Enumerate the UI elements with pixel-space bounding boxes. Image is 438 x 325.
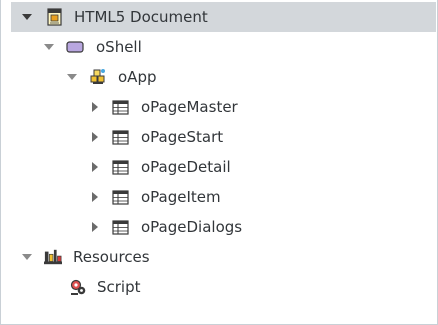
expand-toggle[interactable] xyxy=(89,191,101,203)
collapse-toggle[interactable] xyxy=(21,251,33,263)
tree-node-label: oPageDialogs xyxy=(141,218,243,236)
collapse-toggle[interactable] xyxy=(43,41,55,53)
tree-node-script[interactable]: Script xyxy=(11,272,436,302)
expand-toggle[interactable] xyxy=(89,221,101,233)
tree-node-label: HTML5 Document xyxy=(74,8,208,26)
expand-toggle[interactable] xyxy=(89,161,101,173)
resources-icon xyxy=(44,248,62,266)
expand-toggle[interactable] xyxy=(89,101,101,113)
tree-node-opagedetail[interactable]: oPageDetail xyxy=(11,152,436,182)
page-table-icon xyxy=(111,188,129,206)
page-table-icon xyxy=(111,218,129,236)
expand-toggle[interactable] xyxy=(89,131,101,143)
page-table-icon xyxy=(111,128,129,146)
tree-node-opagestart[interactable]: oPageStart xyxy=(11,122,436,152)
tree-node-oapp[interactable]: oApp xyxy=(11,62,436,92)
tree-node-label: oPageDetail xyxy=(141,158,231,176)
tree-node-html5-document[interactable]: HTML5 Document xyxy=(11,2,436,32)
tree-node-label: oShell xyxy=(96,38,142,56)
tree-node-label: Resources xyxy=(73,248,150,266)
tree-node-opagemaster[interactable]: oPageMaster xyxy=(11,92,436,122)
tree-node-label: Script xyxy=(97,278,141,296)
outline-tree: HTML5 Document oShell oApp oPageMaster o… xyxy=(0,0,438,325)
document-icon xyxy=(46,8,64,26)
tree-node-label: oPageStart xyxy=(141,128,224,146)
page-table-icon xyxy=(111,158,129,176)
shell-icon xyxy=(66,38,84,56)
tree-node-oshell[interactable]: oShell xyxy=(11,32,436,62)
page-table-icon xyxy=(111,98,129,116)
tree-node-label: oPageItem xyxy=(141,188,221,206)
script-gear-icon xyxy=(69,278,87,296)
collapse-toggle[interactable] xyxy=(21,11,33,23)
app-cubes-icon xyxy=(89,68,107,86)
collapse-toggle[interactable] xyxy=(66,71,78,83)
tree-node-label: oApp xyxy=(118,68,157,86)
tree-node-opagedialogs[interactable]: oPageDialogs xyxy=(11,212,436,242)
tree-node-resources[interactable]: Resources xyxy=(11,242,436,272)
tree-node-label: oPageMaster xyxy=(141,98,238,116)
tree-node-opageitem[interactable]: oPageItem xyxy=(11,182,436,212)
